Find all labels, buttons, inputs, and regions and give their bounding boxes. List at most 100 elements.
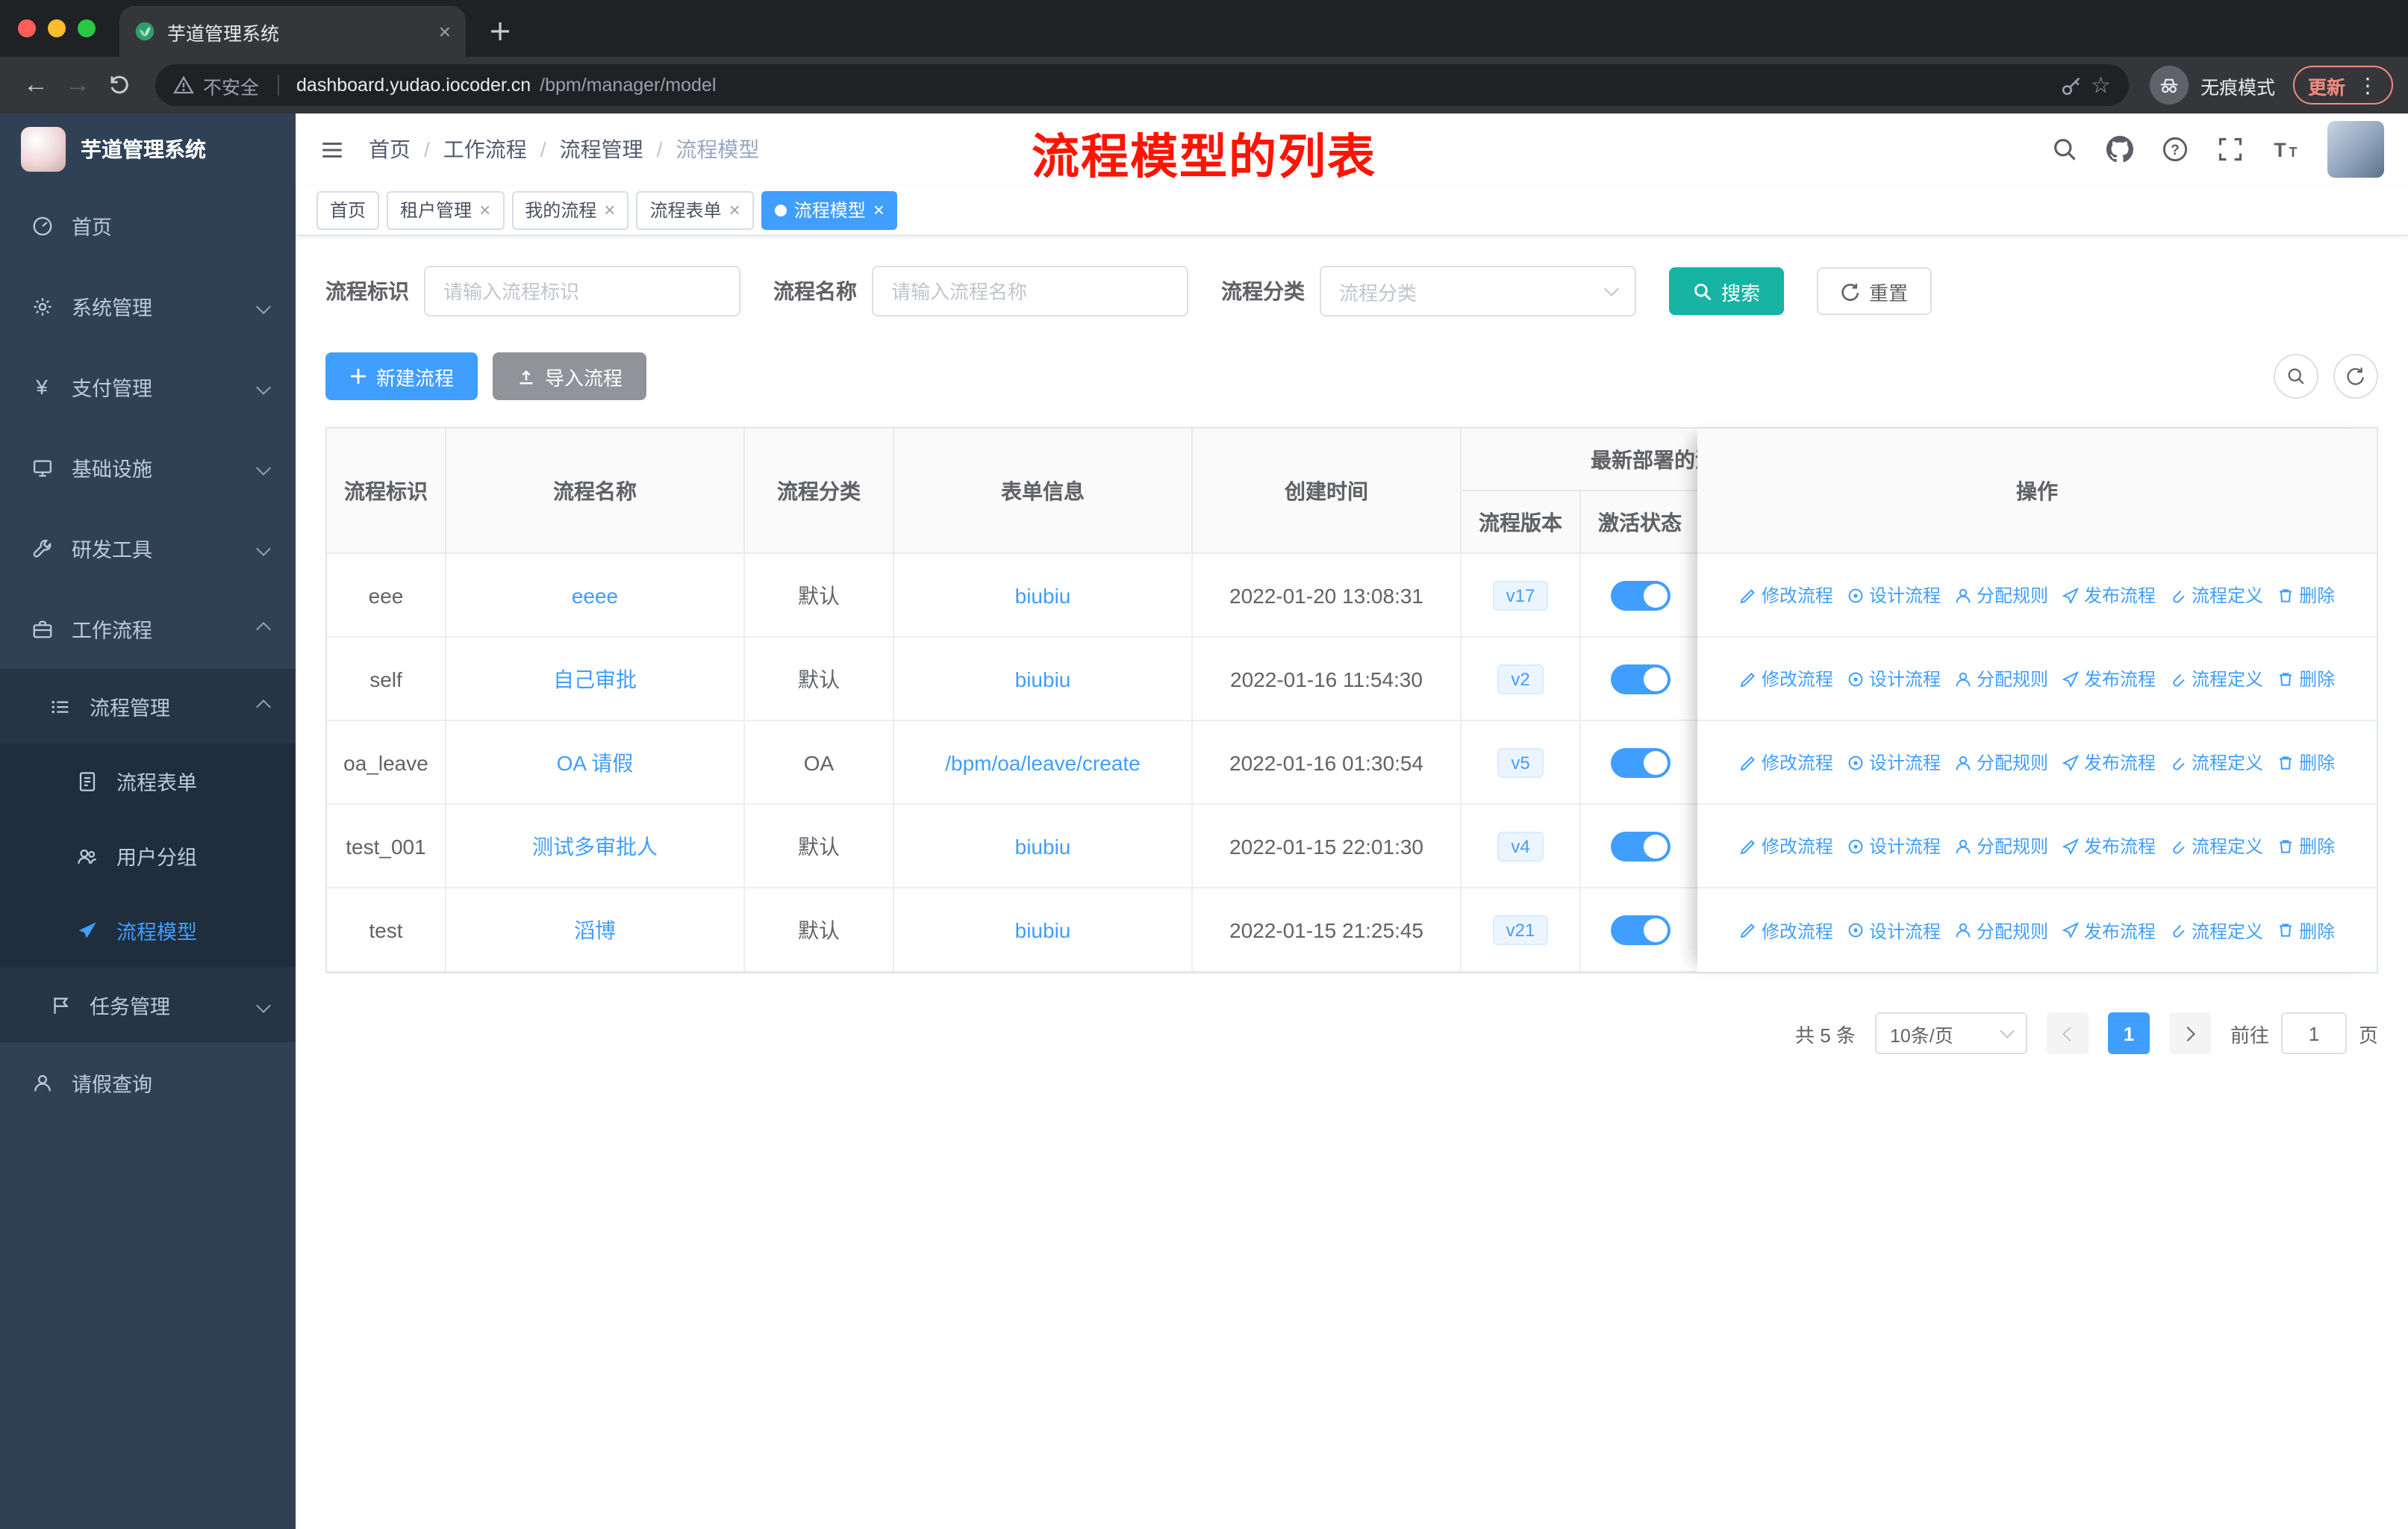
page-number-current[interactable]: 1 xyxy=(2107,1012,2150,1054)
address-bar[interactable]: 不安全 dashboard.yudao.iocoder.cn/bpm/manag… xyxy=(155,64,2129,106)
action-publish[interactable]: 发布流程 xyxy=(2062,750,2156,775)
prev-page-button[interactable] xyxy=(2046,1012,2089,1054)
category-select[interactable]: 流程分类 xyxy=(1320,266,1636,317)
sidebar-item-process-mgmt[interactable]: 流程管理 xyxy=(0,669,296,744)
form-link[interactable]: biubiu xyxy=(1015,667,1071,691)
version-badge[interactable]: v2 xyxy=(1497,664,1544,694)
action-edit[interactable]: 修改流程 xyxy=(1739,833,1833,859)
bookmark-star-icon[interactable]: ☆ xyxy=(2091,72,2111,99)
active-toggle[interactable] xyxy=(1610,915,1670,944)
sidebar-item-process-model[interactable]: 流程模型 xyxy=(0,893,296,968)
close-icon[interactable]: × xyxy=(479,200,490,219)
action-publish[interactable]: 发布流程 xyxy=(2062,918,2156,943)
sidebar-item-leave-query[interactable]: 请假查询 xyxy=(0,1042,296,1123)
sidebar-item-workflow[interactable]: 工作流程 xyxy=(0,588,296,669)
tag-my-process[interactable]: 我的流程 × xyxy=(511,190,629,229)
collapse-sidebar-icon[interactable] xyxy=(319,137,345,162)
version-badge[interactable]: v5 xyxy=(1497,747,1544,777)
version-badge[interactable]: v17 xyxy=(1492,580,1549,610)
action-assign-rule[interactable]: 分配规则 xyxy=(1954,582,2048,608)
reset-button[interactable]: 重置 xyxy=(1817,267,1933,315)
minimize-window-button[interactable] xyxy=(48,19,66,37)
forward-button[interactable]: → xyxy=(57,64,99,106)
action-definition[interactable]: 流程定义 xyxy=(2169,666,2263,691)
form-link[interactable]: biubiu xyxy=(1015,918,1071,941)
password-key-icon[interactable] xyxy=(2059,74,2082,96)
action-edit[interactable]: 修改流程 xyxy=(1739,918,1833,943)
action-design[interactable]: 设计流程 xyxy=(1847,666,1941,691)
security-label[interactable]: 不安全 xyxy=(203,71,259,99)
action-delete[interactable]: 删除 xyxy=(2277,666,2335,691)
tag-process-model[interactable]: 流程模型 × xyxy=(761,190,898,229)
action-definition[interactable]: 流程定义 xyxy=(2169,582,2263,608)
new-tab-button[interactable] xyxy=(481,12,520,51)
github-icon[interactable] xyxy=(2106,136,2133,163)
tag-home[interactable]: 首页 xyxy=(316,190,380,229)
maximize-window-button[interactable] xyxy=(78,19,96,37)
action-assign-rule[interactable]: 分配规则 xyxy=(1954,666,2048,691)
form-link[interactable]: biubiu xyxy=(1015,583,1071,607)
action-publish[interactable]: 发布流程 xyxy=(2062,833,2156,859)
action-definition[interactable]: 流程定义 xyxy=(2169,918,2263,943)
process-name-link[interactable]: 滔博 xyxy=(574,915,616,944)
sidebar-item-process-form[interactable]: 流程表单 xyxy=(0,744,296,818)
action-design[interactable]: 设计流程 xyxy=(1847,833,1941,859)
sidebar-item-task-mgmt[interactable]: 任务管理 xyxy=(0,968,296,1042)
user-avatar[interactable] xyxy=(2327,121,2384,178)
action-edit[interactable]: 修改流程 xyxy=(1739,582,1833,608)
goto-page-input[interactable] xyxy=(2280,1012,2347,1054)
action-assign-rule[interactable]: 分配规则 xyxy=(1954,918,2048,943)
sidebar-item-devtools[interactable]: 研发工具 xyxy=(0,508,296,588)
font-size-icon[interactable]: TT xyxy=(2272,136,2299,163)
sidebar-item-system[interactable]: 系统管理 xyxy=(0,266,296,346)
breadcrumb-item[interactable]: 首页 xyxy=(369,134,411,164)
process-name-link[interactable]: 测试多审批人 xyxy=(532,831,658,861)
active-toggle[interactable] xyxy=(1610,580,1670,610)
browser-tab[interactable]: 芋道管理系统 × xyxy=(119,6,466,57)
close-icon[interactable]: × xyxy=(873,200,885,219)
next-page-button[interactable] xyxy=(2168,1012,2211,1054)
form-link[interactable]: biubiu xyxy=(1015,834,1071,858)
action-publish[interactable]: 发布流程 xyxy=(2062,582,2156,608)
update-chip[interactable]: 更新 ⋮ xyxy=(2292,66,2393,105)
process-name-link[interactable]: eeee xyxy=(572,583,618,607)
process-name-input[interactable] xyxy=(872,266,1188,317)
action-design[interactable]: 设计流程 xyxy=(1847,582,1941,608)
sidebar-item-home[interactable]: 首页 xyxy=(0,185,296,266)
help-icon[interactable]: ? xyxy=(2162,136,2189,163)
action-delete[interactable]: 删除 xyxy=(2277,582,2335,608)
action-definition[interactable]: 流程定义 xyxy=(2169,833,2263,859)
tag-process-form[interactable]: 流程表单 × xyxy=(636,190,754,229)
process-name-link[interactable]: 自己审批 xyxy=(553,664,637,694)
process-key-input[interactable] xyxy=(424,266,740,317)
action-edit[interactable]: 修改流程 xyxy=(1739,666,1833,691)
reload-button[interactable] xyxy=(99,64,140,106)
close-window-button[interactable] xyxy=(18,19,36,37)
action-delete[interactable]: 删除 xyxy=(2277,833,2335,859)
close-icon[interactable]: × xyxy=(729,200,740,219)
active-toggle[interactable] xyxy=(1610,664,1670,694)
fullscreen-icon[interactable] xyxy=(2217,136,2244,163)
process-name-link[interactable]: OA 请假 xyxy=(557,747,634,777)
active-toggle[interactable] xyxy=(1610,747,1670,777)
action-design[interactable]: 设计流程 xyxy=(1847,750,1941,775)
create-process-button[interactable]: 新建流程 xyxy=(325,352,478,400)
version-badge[interactable]: v21 xyxy=(1492,915,1549,944)
menu-kebab-icon[interactable]: ⋮ xyxy=(2357,72,2378,98)
version-badge[interactable]: v4 xyxy=(1497,831,1544,861)
refresh-button[interactable] xyxy=(2333,354,2378,399)
action-edit[interactable]: 修改流程 xyxy=(1739,750,1833,775)
action-publish[interactable]: 发布流程 xyxy=(2062,666,2156,691)
action-delete[interactable]: 删除 xyxy=(2277,918,2335,943)
action-assign-rule[interactable]: 分配规则 xyxy=(1954,750,2048,775)
tag-tenant-mgmt[interactable]: 租户管理 × xyxy=(387,190,505,229)
sidebar-item-infrastructure[interactable]: 基础设施 xyxy=(0,427,296,508)
toggle-search-button[interactable] xyxy=(2274,354,2318,399)
sidebar-item-user-group[interactable]: 用户分组 xyxy=(0,818,296,893)
form-link[interactable]: /bpm/oa/leave/create xyxy=(945,750,1141,774)
breadcrumb-item[interactable]: 工作流程 xyxy=(443,134,527,164)
action-design[interactable]: 设计流程 xyxy=(1847,918,1941,943)
search-icon[interactable] xyxy=(2051,136,2078,163)
back-button[interactable]: ← xyxy=(15,64,57,106)
close-icon[interactable]: × xyxy=(604,200,615,219)
